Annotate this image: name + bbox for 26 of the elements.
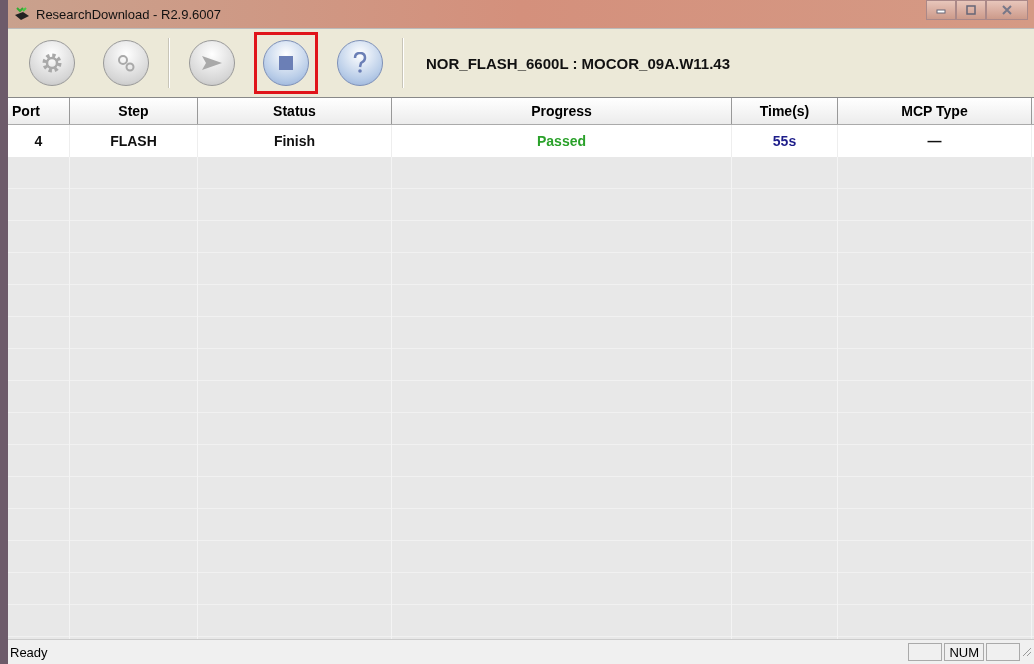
minimize-button[interactable] [926,0,956,20]
column-header[interactable]: Progress [392,98,732,124]
close-icon [1001,5,1013,15]
status-text: Ready [9,644,48,660]
maximize-icon [965,5,977,15]
column-header[interactable]: Status [198,98,392,124]
close-button[interactable] [986,0,1028,20]
resize-grip-icon [1022,647,1032,657]
stop-button[interactable] [254,32,318,94]
column-header[interactable]: MCP Type [838,98,1032,124]
column-header[interactable]: Port [8,98,70,124]
column-header[interactable]: Time(s) [732,98,838,124]
column-header[interactable]: Step [70,98,198,124]
maximize-button[interactable] [956,0,986,20]
product-label: NOR_FLASH_6600L : MOCOR_09A.W11.43 [426,54,730,72]
gear-icon [41,52,63,74]
question-icon [353,52,367,74]
status-indicator: NUM [944,643,984,661]
window-title: ResearchDownload - R2.9.6007 [36,6,221,22]
gears-icon [115,52,137,74]
status-panel [908,643,943,661]
square-icon [279,56,293,70]
arrow-icon [201,55,223,71]
app-icon [14,7,30,21]
status-panel [986,643,1020,661]
minimize-icon [935,6,947,14]
